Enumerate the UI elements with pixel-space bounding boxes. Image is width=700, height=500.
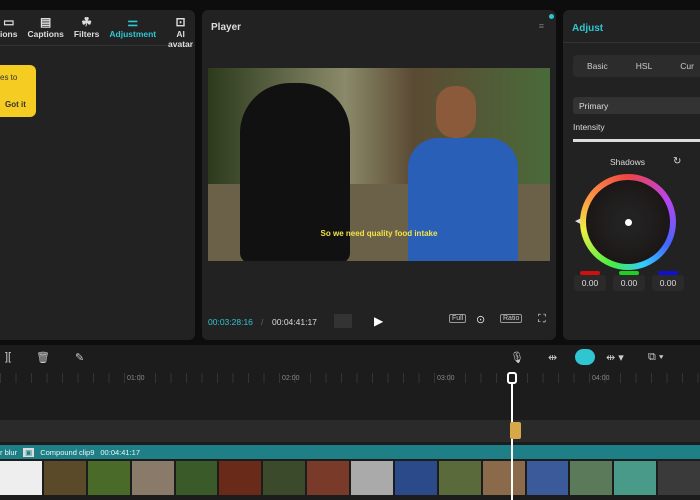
microphone-icon[interactable]: 🎙 bbox=[510, 351, 524, 364]
preview-axis-icon[interactable]: ⧉ ▾ bbox=[648, 351, 664, 364]
ratio-button[interactable]: Ratio bbox=[500, 314, 523, 323]
split-icon[interactable]: ][ bbox=[5, 351, 11, 363]
adjust-title: Adjust bbox=[572, 23, 604, 34]
transitions-icon: ▭ bbox=[3, 15, 15, 29]
tab-hsl[interactable]: HSL bbox=[636, 61, 653, 71]
ruler-label: 01:00 bbox=[127, 375, 145, 382]
ruler-label: 04:00 bbox=[592, 375, 610, 382]
current-time: 00:03:28:16 bbox=[208, 317, 253, 327]
tab-ai-avatar[interactable]: ⊡ AI avatar bbox=[166, 15, 195, 49]
ruler-label: 03:00 bbox=[437, 375, 455, 382]
shadows-label: Shadows bbox=[610, 157, 645, 167]
left-panel: ▭ ions ▤ Captions ☘ Filters ⚌ Adjustment ⊡ AI… bbox=[0, 10, 195, 340]
tab-label: ions bbox=[0, 29, 18, 39]
playhead-handle[interactable] bbox=[507, 372, 517, 384]
captions-icon: ▤ bbox=[40, 15, 52, 29]
caption-subtitle: So we need quality food intake bbox=[320, 229, 438, 238]
reset-icon[interactable]: ↻ bbox=[673, 156, 681, 167]
tab-label: Adjustment bbox=[109, 29, 157, 39]
player-panel: Player ≡ So we need quality food intake … bbox=[202, 10, 556, 340]
clip-duration: 00:04:41:17 bbox=[100, 447, 141, 457]
adjust-panel: Adjust Basic HSL Cur Primary Intensity S… bbox=[563, 10, 700, 340]
clip-name: Compound clip9 bbox=[40, 447, 95, 457]
tab-basic[interactable]: Basic bbox=[587, 61, 608, 71]
audio-marker[interactable] bbox=[510, 422, 521, 439]
time-separator: / bbox=[261, 317, 264, 327]
green-value[interactable]: 0.00 bbox=[613, 275, 645, 291]
snap-icon[interactable]: ⇹ ▾ bbox=[606, 351, 624, 364]
wheel-mode-dropdown[interactable]: Primary bbox=[573, 97, 700, 114]
tab-adjustment[interactable]: ⚌ Adjustment bbox=[109, 15, 156, 45]
audio-track[interactable] bbox=[0, 420, 700, 442]
full-button[interactable]: Full bbox=[449, 314, 467, 323]
clip-filmstrip[interactable] bbox=[0, 461, 700, 495]
blue-value[interactable]: 0.00 bbox=[652, 275, 684, 291]
clip-effect: r blur bbox=[0, 447, 18, 457]
shadows-color-wheel[interactable] bbox=[580, 174, 676, 270]
tab-label: Filters bbox=[73, 29, 100, 39]
filters-icon: ☘ bbox=[81, 15, 92, 29]
left-arrow-icon: ◀ bbox=[575, 218, 581, 225]
waveform-icon bbox=[334, 314, 352, 328]
timeline: ][ 🗑 ✎ 🎙 ⇹ ⇹ ▾ ⧉ ▾ 01:00 02:00 03:00 04:… bbox=[0, 345, 700, 500]
tab-label: Captions bbox=[27, 29, 64, 39]
tab-label: AI avatar bbox=[168, 29, 194, 49]
tab-curves[interactable]: Cur bbox=[680, 61, 694, 71]
zoom-icon[interactable]: ⊙ bbox=[476, 313, 485, 326]
link-icon[interactable]: ⇹ bbox=[548, 351, 557, 364]
delete-icon[interactable]: 🗑 bbox=[36, 351, 50, 364]
tooltip-popup: es to Got it bbox=[0, 65, 36, 117]
adjust-tabs: Basic HSL Cur bbox=[573, 55, 700, 77]
magic-icon[interactable]: ✎ bbox=[75, 351, 84, 364]
compound-icon: ▣ bbox=[23, 447, 35, 457]
play-button[interactable]: ▶ bbox=[374, 314, 383, 328]
ruler-label: 02:00 bbox=[282, 375, 300, 382]
tab-transitions[interactable]: ▭ ions bbox=[0, 15, 17, 45]
magnet-toggle[interactable] bbox=[575, 349, 595, 365]
video-preview[interactable]: So we need quality food intake bbox=[208, 68, 550, 261]
tool-tabs: ▭ ions ▤ Captions ☘ Filters ⚌ Adjustment ⊡ AI… bbox=[0, 10, 195, 49]
tooltip-text: es to bbox=[0, 73, 18, 82]
player-title: Player bbox=[211, 22, 242, 33]
intensity-label: Intensity bbox=[573, 122, 605, 132]
fullscreen-icon[interactable]: ⛶ bbox=[538, 313, 546, 326]
red-value[interactable]: 0.00 bbox=[574, 275, 606, 291]
total-time: 00:04:41:17 bbox=[272, 317, 317, 327]
clip-header[interactable]: r blur ▣ Compound clip9 00:04:41:17 bbox=[0, 445, 700, 459]
avatar-icon: ⊡ bbox=[175, 15, 186, 29]
status-dot bbox=[549, 14, 554, 19]
intensity-slider[interactable] bbox=[573, 139, 700, 142]
tab-captions[interactable]: ▤ Captions bbox=[27, 15, 63, 45]
wheel-handle[interactable] bbox=[625, 219, 632, 226]
sliders-icon: ⚌ bbox=[127, 15, 139, 29]
tab-filters[interactable]: ☘ Filters bbox=[74, 15, 100, 45]
menu-icon[interactable]: ≡ bbox=[539, 21, 544, 31]
got-it-button[interactable]: Got it bbox=[5, 100, 26, 109]
